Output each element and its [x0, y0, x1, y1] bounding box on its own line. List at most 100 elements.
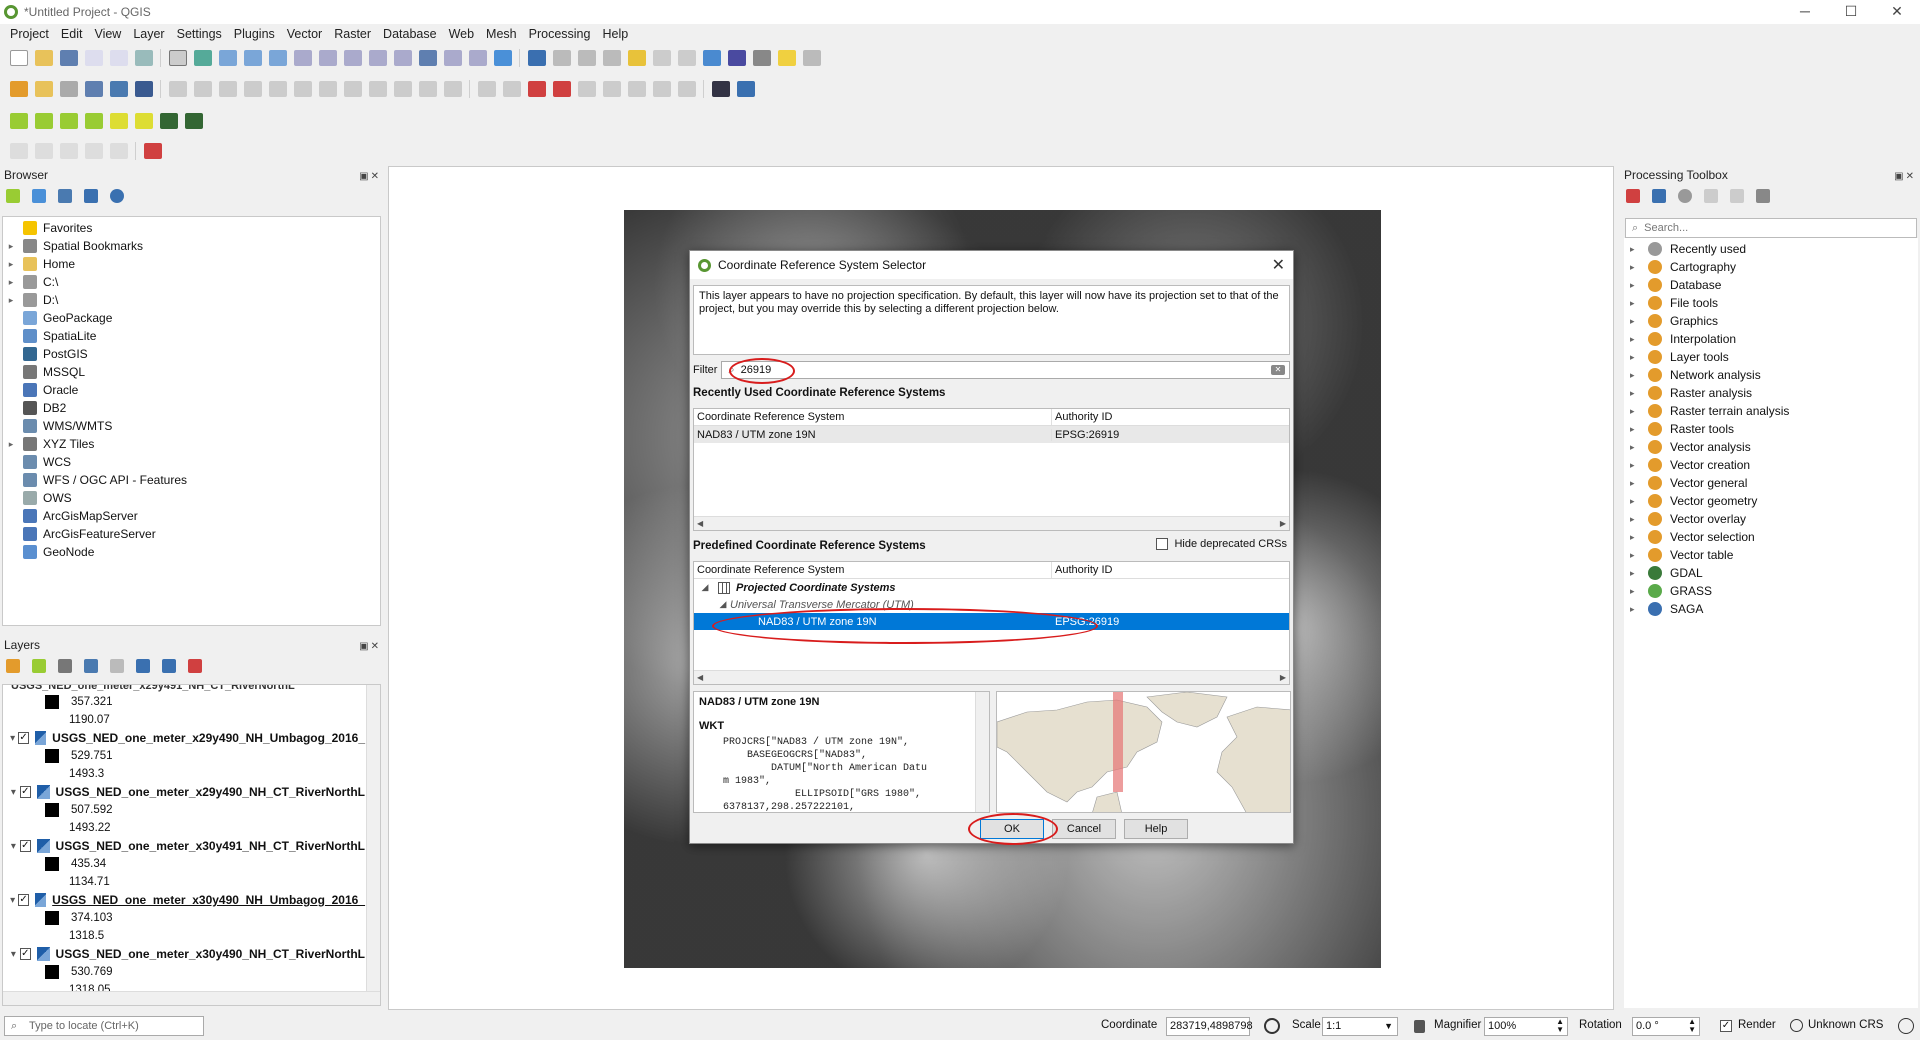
redo-icon[interactable]	[444, 81, 462, 97]
expand-all-icon[interactable]	[136, 659, 150, 673]
identify-icon[interactable]	[528, 50, 546, 66]
filter-legend-icon[interactable]	[84, 659, 98, 673]
new-print-layout-icon[interactable]	[85, 50, 103, 66]
digitize-edits-icon[interactable]	[169, 81, 187, 97]
layer-visibility-checkbox[interactable]: ✓	[19, 786, 31, 798]
vertex-tool-icon[interactable]	[269, 81, 287, 97]
processing-item-raster-analysis[interactable]: ▸ Raster analysis	[1630, 384, 1915, 402]
expand-arrow-icon[interactable]: ▸	[1630, 370, 1644, 381]
layer-row[interactable]: ▾ ✓ USGS_NED_one_meter_x29y490_NH_CT_River…	[3, 783, 365, 801]
browser-item-wms-wmts[interactable]: WMS/WMTS	[5, 417, 380, 435]
minimize-button[interactable]: ─	[1782, 0, 1828, 24]
browser-item-wcs[interactable]: WCS	[5, 453, 380, 471]
browser-item-spatial-bookmarks[interactable]: ▸ Spatial Bookmarks	[5, 237, 380, 255]
zoom-in-icon[interactable]	[219, 50, 237, 66]
text-annotation-icon[interactable]	[803, 50, 821, 66]
processing-toolbox-icon[interactable]	[703, 50, 721, 66]
label-move-icon[interactable]	[578, 81, 596, 97]
grid-tool-icon[interactable]	[144, 143, 162, 159]
histogram-stretch-icon[interactable]	[10, 113, 28, 129]
menu-processing[interactable]: Processing	[529, 27, 591, 41]
collapse-arrow-icon[interactable]: ▾	[7, 949, 20, 960]
browser-item-db2[interactable]: DB2	[5, 399, 380, 417]
menu-plugins[interactable]: Plugins	[234, 27, 275, 41]
menu-web[interactable]: Web	[449, 27, 474, 41]
browser-item-geonode[interactable]: GeoNode	[5, 543, 380, 561]
processing-item-vector-creation[interactable]: ▸ Vector creation	[1630, 456, 1915, 474]
processing-item-file-tools[interactable]: ▸ File tools	[1630, 294, 1915, 312]
close-window-button[interactable]: ✕	[1874, 0, 1920, 24]
save-edits-icon[interactable]	[219, 81, 237, 97]
browser-item-mssql[interactable]: MSSQL	[5, 363, 380, 381]
wkt-vertical-scrollbar[interactable]	[975, 692, 989, 812]
expand-arrow-icon[interactable]: ▸	[5, 277, 17, 288]
refresh-browser-icon[interactable]	[32, 189, 46, 203]
label-properties-icon[interactable]	[678, 81, 696, 97]
processing-item-raster-terrain-analysis[interactable]: ▸ Raster terrain analysis	[1630, 402, 1915, 420]
add-rectangle-icon[interactable]	[85, 143, 103, 159]
decrease-brightness-icon[interactable]	[135, 113, 153, 129]
expand-arrow-icon[interactable]: ▸	[1630, 352, 1644, 363]
new-project-icon[interactable]	[10, 50, 28, 66]
python-console-icon[interactable]	[737, 81, 755, 97]
label-change-icon[interactable]	[628, 81, 646, 97]
plugin-car-icon[interactable]	[712, 81, 730, 97]
menu-vector[interactable]: Vector	[287, 27, 322, 41]
expand-arrow-icon[interactable]: ▸	[1630, 532, 1644, 543]
undo-icon[interactable]	[419, 81, 437, 97]
help-button[interactable]: Help	[1124, 819, 1188, 839]
edit-features-inplace-icon[interactable]	[1730, 189, 1744, 203]
messages-icon[interactable]	[1898, 1018, 1914, 1034]
collapse-arrow-icon[interactable]: ◢	[716, 599, 730, 610]
processing-item-vector-selection[interactable]: ▸ Vector selection	[1630, 528, 1915, 546]
processing-item-vector-overlay[interactable]: ▸ Vector overlay	[1630, 510, 1915, 528]
save-project-icon[interactable]	[60, 50, 78, 66]
scale-combobox[interactable]: 1:1 ▼	[1322, 1017, 1398, 1036]
expand-arrow-icon[interactable]: ▸	[1630, 550, 1644, 561]
filter-input[interactable]: ⌕ 26919 ✕	[721, 361, 1290, 379]
layers-horizontal-scrollbar[interactable]	[3, 991, 380, 1005]
layer-row[interactable]: ▾ ✓ USGS_NED_one_meter_x30y491_NH_CT_River…	[3, 837, 365, 855]
expand-arrow-icon[interactable]: ▸	[5, 439, 17, 450]
expand-arrow-icon[interactable]: ▸	[1630, 568, 1644, 579]
results-viewer-icon[interactable]	[1704, 189, 1718, 203]
browser-item-geopackage[interactable]: GeoPackage	[5, 309, 380, 327]
open-layer-styling-icon[interactable]	[6, 659, 20, 673]
show-bookmarks-icon[interactable]	[469, 50, 487, 66]
render-checkbox[interactable]: ✓	[1720, 1020, 1732, 1032]
collapse-arrow-icon[interactable]: ▾	[7, 733, 18, 744]
browser-item-xyz-tiles[interactable]: ▸ XYZ Tiles	[5, 435, 380, 453]
expand-arrow-icon[interactable]: ▸	[1630, 496, 1644, 507]
cut-features-icon[interactable]	[344, 81, 362, 97]
statistical-summary-icon[interactable]	[728, 50, 746, 66]
label-tool-icon[interactable]	[478, 81, 496, 97]
toggle-extents-icon[interactable]	[1264, 1018, 1280, 1034]
new-virtual-layer-icon[interactable]	[135, 81, 153, 97]
layer-row[interactable]: ▾ ✓ USGS_NED_one_meter_x30y490_NH_Umbagog_…	[3, 891, 365, 909]
expand-arrow-icon[interactable]: ▸	[1630, 478, 1644, 489]
zoom-last-icon[interactable]	[369, 50, 387, 66]
menu-settings[interactable]: Settings	[177, 27, 222, 41]
collapse-arrow-icon[interactable]: ◢	[698, 582, 712, 593]
processing-item-vector-geometry[interactable]: ▸ Vector geometry	[1630, 492, 1915, 510]
python-scripts-icon[interactable]	[1652, 189, 1666, 203]
browser-item-arcgismapserver[interactable]: ArcGisMapServer	[5, 507, 380, 525]
data-source-manager-icon[interactable]	[10, 81, 28, 97]
add-circular-string-icon[interactable]	[10, 143, 28, 159]
toggle-editing-icon[interactable]	[194, 81, 212, 97]
expand-arrow-icon[interactable]: ▸	[1630, 586, 1644, 597]
processing-item-interpolation[interactable]: ▸ Interpolation	[1630, 330, 1915, 348]
local-histogram-icon[interactable]	[35, 113, 53, 129]
add-group-icon[interactable]	[32, 659, 46, 673]
label-rotate-icon[interactable]	[603, 81, 621, 97]
menu-layer[interactable]: Layer	[133, 27, 164, 41]
layer-visibility-checkbox[interactable]: ✓	[19, 948, 31, 960]
layer-row[interactable]: ▾ ✓ USGS_NED_one_meter_x29y490_NH_Umbagog_…	[3, 729, 365, 747]
processing-item-vector-analysis[interactable]: ▸ Vector analysis	[1630, 438, 1915, 456]
expand-arrow-icon[interactable]: ▸	[1630, 604, 1644, 615]
decrease-contrast-icon[interactable]	[185, 113, 203, 129]
open-project-icon[interactable]	[35, 50, 53, 66]
crs-status-label[interactable]: Unknown CRS	[1808, 1019, 1883, 1031]
menu-project[interactable]: Project	[10, 27, 49, 41]
browser-item-spatialite[interactable]: SpatiaLite	[5, 327, 380, 345]
